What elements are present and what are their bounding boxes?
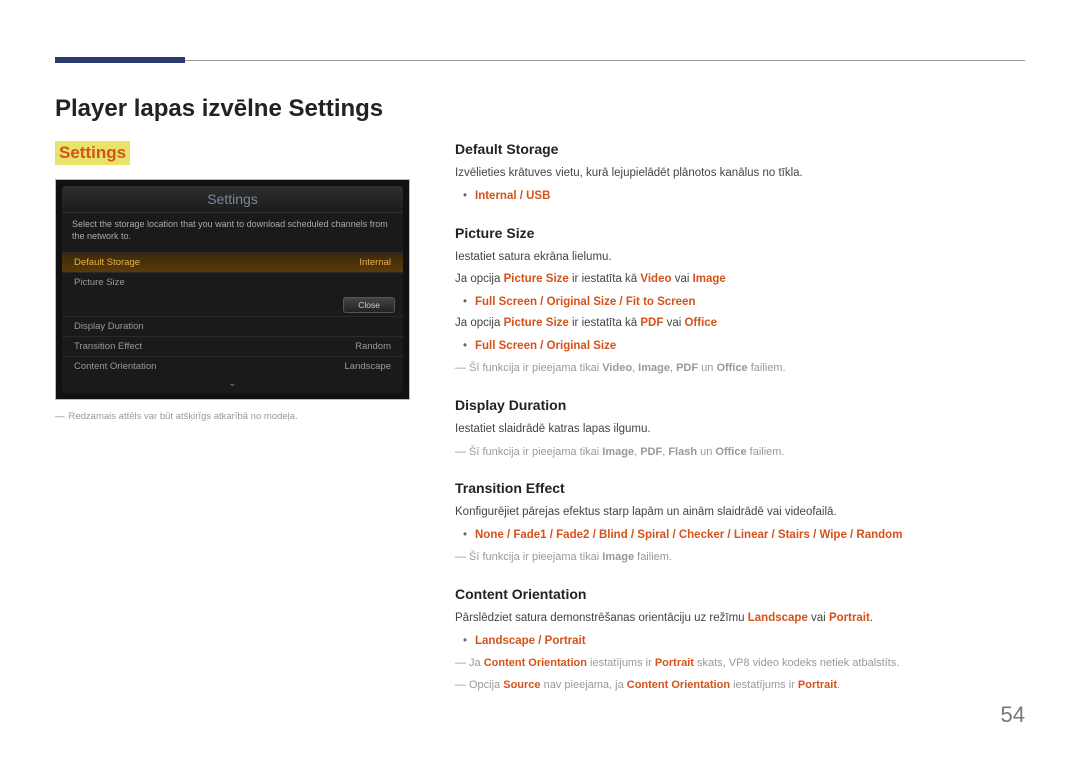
chevron-down-icon: ⌄ [62,376,403,393]
option-list: Landscape / Portrait [463,632,1025,650]
screenshot-description: Select the storage location that you wan… [62,213,403,252]
option-list: Internal / USB [463,187,1025,205]
note: Šī funkcija ir pieejama tikai Image fail… [455,549,1025,566]
screenshot-row-label: Default Storage [74,257,140,268]
screenshot-row: Content Orientation Landscape [62,356,403,376]
screenshot-row-label: Content Orientation [74,361,156,372]
body-text: Konfigurējiet pārejas efektus starp lapā… [455,504,1025,522]
screenshot-row-value: Landscape [345,361,391,372]
option-list: Full Screen / Original Size [463,337,1025,355]
option-list: Full Screen / Original Size / Fit to Scr… [463,293,1025,311]
note: Ja Content Orientation iestatījums ir Po… [455,655,1025,672]
body-text: Pārslēdziet satura demonstrēšanas orient… [455,610,1025,628]
note: Opcija Source nav pieejama, ja Content O… [455,677,1025,694]
screenshot-row-value: Random [355,341,391,352]
heading-picture-size: Picture Size [455,225,1025,241]
screenshot-row: Picture Size Close [62,272,403,316]
top-bar-accent [55,57,185,63]
screenshot-row-label: Transition Effect [74,341,142,352]
screenshot-row-label: Picture Size [74,277,125,288]
body-text: Ja opcija Picture Size ir iestatīta kā V… [455,271,1025,289]
screenshot-row: Display Duration [62,316,403,336]
heading-content-orientation: Content Orientation [455,586,1025,602]
heading-display-duration: Display Duration [455,397,1025,413]
heading-transition-effect: Transition Effect [455,480,1025,496]
heading-default-storage: Default Storage [455,141,1025,157]
top-rule [55,60,1025,61]
body-text: Ja opcija Picture Size ir iestatīta kā P… [455,315,1025,333]
screenshot-caption: ―Redzamais attēls var būt atšķirīgs atka… [55,410,410,423]
screenshot-row-label: Display Duration [74,321,144,332]
page-number: 54 [1001,702,1025,728]
note: Šī funkcija ir pieejama tikai Video, Ima… [455,360,1025,377]
option-list: None / Fade1 / Fade2 / Blind / Spiral / … [463,526,1025,544]
page-title: Player lapas izvēlne Settings [55,95,1025,123]
body-text: Iestatiet slaidrādē katras lapas ilgumu. [455,421,1025,439]
screenshot-row: Default Storage Internal [62,252,403,272]
screenshot-title: Settings [62,186,403,213]
screenshot-image: Settings Select the storage location tha… [55,179,410,400]
screenshot-row: Transition Effect Random [62,336,403,356]
close-button: Close [343,297,395,313]
section-label: Settings [55,141,130,165]
body-text: Iestatiet satura ekrāna lielumu. [455,249,1025,267]
body-text: Izvēlieties krātuves vietu, kurā lejupie… [455,165,1025,183]
screenshot-row-value: Internal [359,257,391,268]
note: Šī funkcija ir pieejama tikai Image, PDF… [455,444,1025,461]
